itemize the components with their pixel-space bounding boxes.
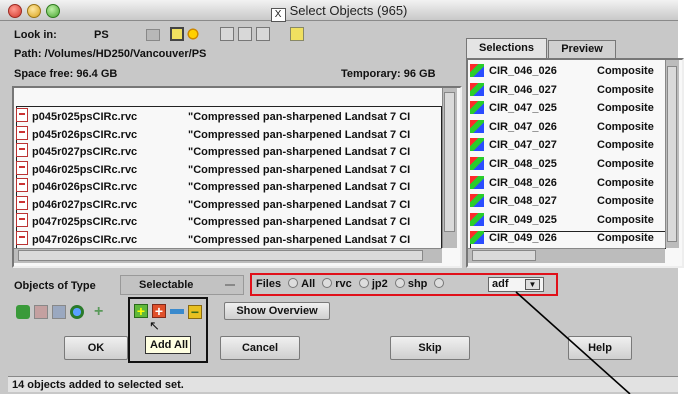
callout-overlay bbox=[515, 291, 631, 394]
callout-line bbox=[515, 291, 631, 394]
